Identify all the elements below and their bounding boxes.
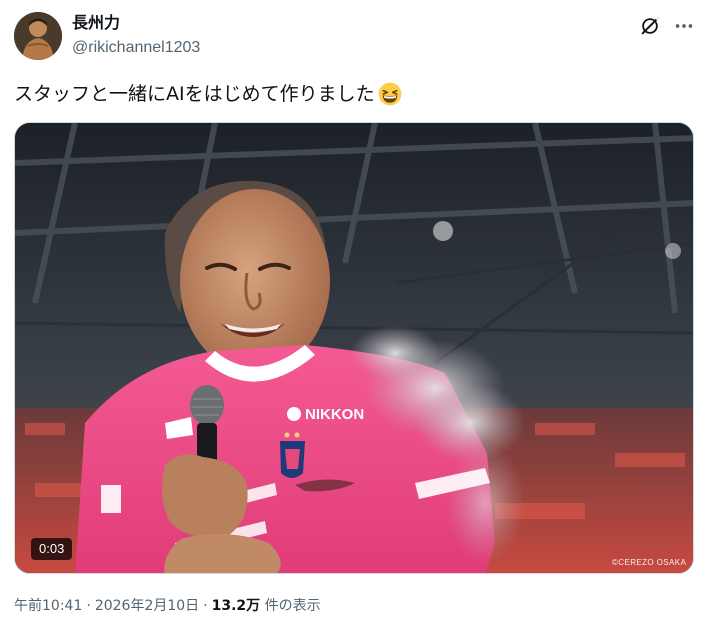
- video-frame-image: NIKKON: [15, 123, 693, 573]
- author-handle[interactable]: @rikichannel1203: [72, 38, 200, 58]
- tweet-date[interactable]: 2026年2月10日: [95, 598, 199, 614]
- more-options-button[interactable]: [670, 12, 698, 40]
- views-label: 件の表示: [264, 598, 321, 614]
- meta-separator: ·: [86, 598, 91, 614]
- more-dots-icon: [675, 24, 693, 28]
- grok-button[interactable]: [636, 12, 664, 40]
- tweet-card: 長州力 @rikichannel1203 スタッフと一緒にAIをはじめて作りまし…: [0, 0, 714, 624]
- tweet-meta: 午前10:41 · 2026年2月10日 · 13.2万 件の表示: [14, 596, 321, 616]
- grinning-squinting-face-icon: [378, 82, 401, 106]
- video-duration-badge: 0:03: [31, 538, 73, 560]
- tweet-text: スタッフと一緒にAIをはじめて作りました: [14, 80, 402, 108]
- tweet-time[interactable]: 午前10:41: [14, 598, 82, 614]
- avatar[interactable]: [14, 12, 62, 60]
- author-display-name[interactable]: 長州力: [72, 13, 120, 33]
- views-count[interactable]: 13.2万: [212, 598, 261, 614]
- tweet-text-body: スタッフと一緒にAIをはじめて作りました: [14, 83, 375, 105]
- svg-text:NIKKON: NIKKON: [305, 406, 364, 423]
- grok-icon: [641, 16, 660, 35]
- avatar-image: [14, 12, 62, 60]
- meta-separator: ·: [203, 598, 208, 614]
- media-watermark: ©CEREZO OSAKA: [612, 558, 687, 567]
- video-thumbnail[interactable]: NIKKON: [14, 122, 694, 574]
